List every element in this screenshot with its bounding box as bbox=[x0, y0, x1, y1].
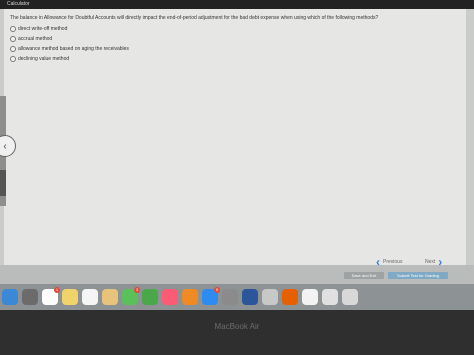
finder-icon[interactable] bbox=[2, 289, 18, 305]
messages-icon[interactable]: 3 bbox=[122, 287, 140, 305]
reminders-icon[interactable] bbox=[82, 289, 98, 305]
radio-button[interactable] bbox=[10, 45, 16, 52]
calendar-icon[interactable]: 1 bbox=[42, 287, 60, 305]
option-4[interactable]: declining value method bbox=[10, 54, 69, 63]
trash-icon[interactable] bbox=[342, 289, 358, 305]
preferences-icon[interactable] bbox=[222, 289, 238, 305]
radio-button[interactable] bbox=[10, 35, 16, 42]
option-label: direct write-off method bbox=[18, 25, 68, 32]
notification-badge: 5 bbox=[214, 287, 220, 293]
document-icon[interactable] bbox=[302, 289, 318, 305]
save-exit-button[interactable]: Save and Exit bbox=[344, 272, 384, 279]
facetime-icon[interactable] bbox=[142, 289, 158, 305]
calculator-link[interactable]: Calculator bbox=[7, 0, 30, 9]
dock: 1 3 5 bbox=[0, 284, 474, 310]
radio-button[interactable] bbox=[10, 55, 16, 62]
chevron-left-icon: ‹ bbox=[3, 140, 7, 152]
question-text: The balance in Allowance for Doubtful Ac… bbox=[10, 15, 379, 21]
top-toolbar: Calculator bbox=[0, 0, 474, 9]
photos-icon[interactable] bbox=[102, 289, 118, 305]
music-icon[interactable] bbox=[162, 289, 178, 305]
browser-screen: Calculator The balance in Allowance for … bbox=[0, 0, 474, 304]
word-icon[interactable] bbox=[242, 289, 258, 305]
option-1[interactable]: direct write-off method bbox=[10, 24, 67, 33]
books-icon[interactable] bbox=[182, 289, 198, 305]
option-label: allowance method based on aging the rece… bbox=[18, 45, 129, 52]
folder-icon[interactable] bbox=[322, 289, 338, 305]
option-2[interactable]: accrual method bbox=[10, 34, 52, 43]
appstore-icon[interactable]: 5 bbox=[202, 287, 220, 305]
laptop-brand-label: MacBook Air bbox=[214, 322, 260, 331]
laptop-bezel bbox=[0, 310, 474, 355]
notification-badge: 3 bbox=[134, 287, 140, 293]
side-panel-edge-dark bbox=[0, 170, 6, 196]
submit-test-button[interactable]: Submit Test for Grading bbox=[388, 272, 448, 279]
screenshot-icon[interactable] bbox=[262, 289, 278, 305]
notification-badge: 1 bbox=[54, 287, 60, 293]
option-label: declining value method bbox=[18, 55, 70, 62]
launchpad-icon[interactable] bbox=[22, 289, 38, 305]
option-label: accrual method bbox=[18, 35, 53, 42]
radio-button[interactable] bbox=[10, 25, 16, 32]
question-panel: The balance in Allowance for Doubtful Ac… bbox=[4, 9, 466, 269]
notes-icon[interactable] bbox=[62, 289, 78, 305]
option-3[interactable]: allowance method based on aging the rece… bbox=[10, 44, 129, 53]
firefox-icon[interactable] bbox=[282, 289, 298, 305]
